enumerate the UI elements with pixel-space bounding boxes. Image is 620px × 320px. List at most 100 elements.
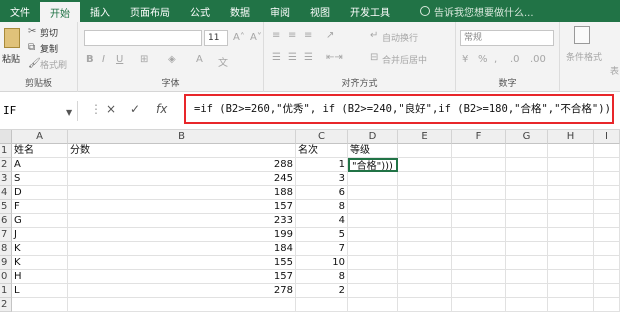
column-header-b[interactable]: B (68, 130, 296, 144)
table-cell[interactable] (398, 228, 452, 242)
table-cell[interactable] (398, 284, 452, 298)
table-cell[interactable] (348, 200, 398, 214)
table-cell[interactable] (398, 270, 452, 284)
table-cell[interactable] (348, 242, 398, 256)
row-header[interactable]: 2 (0, 298, 12, 312)
indent-icon[interactable]: ⇤⇥ (326, 52, 343, 63)
tab-home[interactable]: 开始 (40, 2, 80, 22)
increase-decimal-icon[interactable]: .0 (510, 54, 520, 65)
table-cell[interactable] (594, 256, 620, 270)
table-cell[interactable] (548, 284, 594, 298)
table-cell[interactable]: L (12, 284, 68, 298)
table-cell[interactable] (398, 298, 452, 312)
formula-input[interactable]: =if (B2>=260,"优秀", if (B2>=240,"良好",if (… (184, 94, 614, 124)
bold-icon[interactable]: B (86, 54, 94, 65)
table-cell[interactable] (452, 172, 506, 186)
table-cell[interactable]: 233 (68, 214, 296, 228)
table-cell[interactable] (594, 242, 620, 256)
table-cell[interactable] (398, 158, 452, 172)
table-cell[interactable] (548, 172, 594, 186)
tab-review[interactable]: 审阅 (260, 0, 300, 22)
table-cell[interactable] (452, 284, 506, 298)
table-cell[interactable] (594, 186, 620, 200)
align-top-icon[interactable]: ≡ (272, 30, 280, 41)
table-cell[interactable] (506, 256, 548, 270)
table-cell[interactable]: 157 (68, 200, 296, 214)
table-cell[interactable] (348, 186, 398, 200)
row-header[interactable]: 5 (0, 200, 12, 214)
table-cell[interactable] (452, 242, 506, 256)
table-cell[interactable] (452, 186, 506, 200)
column-header-g[interactable]: G (506, 130, 548, 144)
table-cell[interactable] (398, 172, 452, 186)
table-cell[interactable]: 3 (296, 172, 348, 186)
font-size-select[interactable]: 11 (204, 30, 228, 46)
table-cell[interactable] (452, 256, 506, 270)
row-header[interactable]: 6 (0, 214, 12, 228)
table-cell[interactable]: 8 (296, 200, 348, 214)
table-cell[interactable]: H (12, 270, 68, 284)
enter-formula-icon[interactable]: ✓ (130, 102, 140, 116)
table-cell[interactable] (348, 298, 398, 312)
table-cell[interactable] (398, 186, 452, 200)
table-cell[interactable] (68, 298, 296, 312)
table-cell[interactable] (594, 158, 620, 172)
table-format-label[interactable]: 表 (610, 64, 619, 77)
table-cell[interactable] (548, 158, 594, 172)
table-cell[interactable] (548, 298, 594, 312)
column-header-f[interactable]: F (452, 130, 506, 144)
table-cell[interactable] (594, 228, 620, 242)
comma-icon[interactable]: , (494, 54, 497, 65)
column-header-i[interactable]: I (594, 130, 620, 144)
align-middle-icon[interactable]: ≡ (288, 30, 296, 41)
column-header-e[interactable]: E (398, 130, 452, 144)
border-icon[interactable]: ⊞ (140, 54, 148, 65)
table-cell[interactable]: 10 (296, 256, 348, 270)
table-cell[interactable] (12, 298, 68, 312)
table-cell[interactable] (594, 172, 620, 186)
table-cell[interactable]: 7 (296, 242, 348, 256)
table-cell[interactable]: 245 (68, 172, 296, 186)
column-header-a[interactable]: A (12, 130, 68, 144)
align-bottom-icon[interactable]: ≡ (304, 30, 312, 41)
table-cell[interactable] (594, 298, 620, 312)
table-cell[interactable] (398, 214, 452, 228)
table-cell[interactable]: D (12, 186, 68, 200)
table-cell[interactable] (548, 228, 594, 242)
table-cell[interactable]: F (12, 200, 68, 214)
table-cell[interactable] (594, 214, 620, 228)
decrease-decimal-icon[interactable]: .00 (530, 54, 546, 65)
number-format-select[interactable]: 常规 (460, 30, 554, 46)
tab-insert[interactable]: 插入 (80, 0, 120, 22)
name-box-dropdown-icon[interactable]: ▼ (66, 108, 72, 117)
table-cell[interactable] (548, 200, 594, 214)
table-cell[interactable]: J (12, 228, 68, 242)
column-header-h[interactable]: H (548, 130, 594, 144)
table-cell[interactable] (548, 186, 594, 200)
table-cell[interactable]: "合格"))) (348, 158, 398, 172)
orientation-icon[interactable]: ↗ (326, 30, 334, 41)
table-cell[interactable] (548, 270, 594, 284)
table-cell[interactable] (452, 200, 506, 214)
table-cell[interactable] (506, 298, 548, 312)
paste-button[interactable]: 粘贴 (2, 26, 24, 70)
phonetic-icon[interactable]: 文 (218, 54, 228, 69)
currency-icon[interactable]: ¥ (462, 54, 468, 65)
table-cell[interactable] (548, 256, 594, 270)
tab-data[interactable]: 数据 (220, 0, 260, 22)
align-left-icon[interactable]: ☰ (272, 52, 281, 63)
table-cell[interactable] (506, 228, 548, 242)
row-header[interactable]: 8 (0, 242, 12, 256)
table-cell[interactable] (398, 242, 452, 256)
tab-formulas[interactable]: 公式 (180, 0, 220, 22)
table-cell[interactable] (452, 298, 506, 312)
table-cell[interactable]: 5 (296, 228, 348, 242)
table-cell[interactable] (506, 270, 548, 284)
row-header[interactable]: 2 (0, 158, 12, 172)
table-cell[interactable]: 8 (296, 270, 348, 284)
tab-view[interactable]: 视图 (300, 0, 340, 22)
table-cell[interactable] (594, 144, 620, 158)
table-cell[interactable]: 1 (296, 158, 348, 172)
table-cell[interactable] (452, 214, 506, 228)
font-name-select[interactable] (84, 30, 202, 46)
